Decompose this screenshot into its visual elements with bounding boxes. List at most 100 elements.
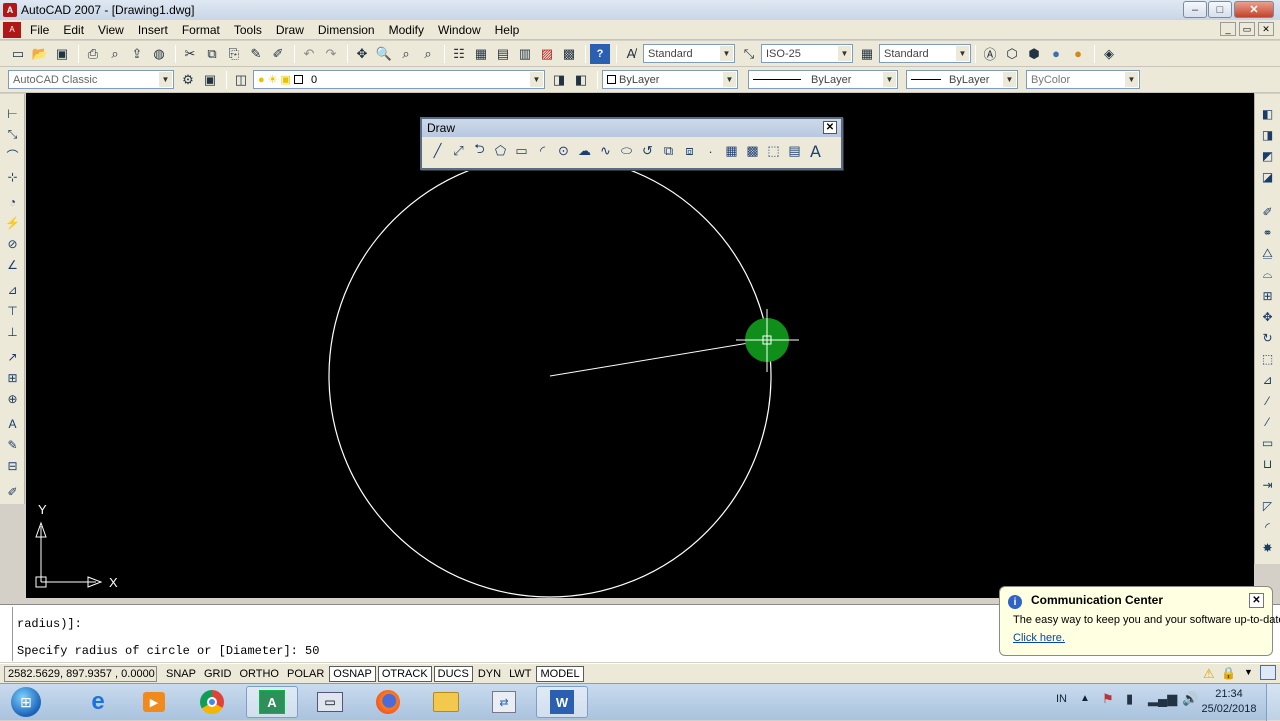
input-language-indicator[interactable]: IN bbox=[1056, 693, 1067, 705]
markup-icon[interactable]: ▨ bbox=[537, 44, 557, 64]
lineweight-select[interactable]: ByLayer ▼ bbox=[906, 70, 1018, 89]
zoom-previous-icon[interactable]: ⌕ bbox=[418, 44, 438, 64]
chevron-down-icon[interactable]: ▼ bbox=[883, 72, 896, 87]
clean-screen-icon[interactable] bbox=[1260, 665, 1276, 680]
menu-dimension[interactable]: Dimension bbox=[311, 20, 382, 40]
chevron-down-icon[interactable]: ▼ bbox=[530, 72, 543, 87]
workspace-select[interactable]: AutoCAD Classic ▼ bbox=[8, 70, 174, 89]
center-mark-icon[interactable]: ⊕ bbox=[3, 389, 22, 408]
text-front-icon[interactable]: ◪ bbox=[1258, 167, 1277, 186]
aligned-dimension-icon[interactable]: ⤡ bbox=[3, 125, 22, 144]
dimension-edit-icon[interactable]: A bbox=[3, 414, 22, 433]
mirror-icon[interactable]: ⧋ bbox=[1258, 244, 1277, 263]
ordinate-dimension-icon[interactable]: ⊹ bbox=[3, 167, 22, 186]
show-desktop-button[interactable] bbox=[1266, 684, 1280, 721]
revision-cloud-icon[interactable]: ☁ bbox=[574, 140, 595, 162]
plotstyle-select[interactable]: ByColor ▼ bbox=[1026, 70, 1140, 89]
layer-select[interactable]: ● ☀ ▣ 0 ▼ bbox=[253, 70, 545, 89]
materials-icon[interactable]: ● bbox=[1068, 44, 1088, 64]
doc-close-button[interactable]: ✕ bbox=[1258, 22, 1274, 36]
menu-help[interactable]: Help bbox=[488, 20, 527, 40]
polyline-icon[interactable]: ⮌ bbox=[469, 140, 490, 162]
spline-icon[interactable]: ∿ bbox=[595, 140, 616, 162]
doc-minimize-button[interactable]: _ bbox=[1220, 22, 1236, 36]
extend-icon[interactable]: ⁄ bbox=[1258, 412, 1277, 431]
text-style-select[interactable]: Standard ▼ bbox=[643, 44, 735, 63]
menu-format[interactable]: Format bbox=[175, 20, 227, 40]
osnap-toggle[interactable]: OSNAP bbox=[329, 665, 376, 682]
3d-view-icon[interactable]: ⬢ bbox=[1024, 44, 1044, 64]
taskbar-word[interactable]: W bbox=[536, 686, 588, 718]
plot-icon[interactable]: ⎙ bbox=[83, 44, 103, 64]
offset-icon[interactable]: ⌓ bbox=[1258, 265, 1277, 284]
table-style-icon[interactable]: ▦ bbox=[857, 44, 877, 64]
scale-icon[interactable]: ⬚ bbox=[1258, 349, 1277, 368]
arc-icon[interactable]: ◜ bbox=[532, 140, 553, 162]
dimension-text-edit-icon[interactable]: ✎ bbox=[3, 435, 22, 454]
chevron-down-icon[interactable]: ▼ bbox=[1003, 72, 1016, 87]
minimize-button[interactable]: – bbox=[1183, 1, 1207, 18]
workspace-save-icon[interactable]: ▣ bbox=[200, 70, 220, 90]
fillet-icon[interactable]: ◜ bbox=[1258, 517, 1277, 536]
render-sphere-icon[interactable]: ● bbox=[1046, 44, 1066, 64]
light-bulb-icon[interactable]: ● bbox=[258, 74, 265, 86]
sun-icon[interactable]: ☀ bbox=[268, 73, 278, 86]
move-icon[interactable]: ✥ bbox=[1258, 307, 1277, 326]
join-icon[interactable]: ⇥ bbox=[1258, 475, 1277, 494]
match-properties-icon[interactable]: ✎ bbox=[246, 44, 266, 64]
hatch-icon[interactable]: ▦ bbox=[721, 140, 742, 162]
visual-styles-icon[interactable]: ◈ bbox=[1099, 44, 1119, 64]
maximize-button[interactable]: □ bbox=[1208, 1, 1232, 18]
3d-box-icon[interactable]: ⬡ bbox=[1002, 44, 1022, 64]
autocad-app-icon[interactable]: A bbox=[3, 3, 17, 17]
3d-dwf-icon[interactable]: ◍ bbox=[149, 44, 169, 64]
pan-icon[interactable]: ✥ bbox=[352, 44, 372, 64]
multiline-text-icon[interactable]: Ⓐ bbox=[980, 44, 1000, 64]
color-select[interactable]: ByLayer ▼ bbox=[602, 70, 738, 89]
array-icon[interactable]: ⊞ bbox=[1258, 286, 1277, 305]
draw-toolbar-close-button[interactable]: ✕ bbox=[823, 121, 837, 134]
open-icon[interactable]: 📂 bbox=[30, 44, 50, 64]
polar-toggle[interactable]: POLAR bbox=[284, 666, 327, 682]
layer-previous-icon[interactable]: ◧ bbox=[571, 70, 591, 90]
taskbar-remote-desktop[interactable]: ▭ bbox=[304, 686, 356, 718]
taskbar-internet-explorer[interactable]: e bbox=[72, 686, 124, 718]
action-center-icon[interactable]: ⚑ bbox=[1102, 691, 1114, 707]
draworder-icon[interactable]: ◧ bbox=[1258, 104, 1277, 123]
tolerance-icon[interactable]: ⊞ bbox=[3, 368, 22, 387]
help-icon[interactable]: ? bbox=[590, 43, 610, 64]
menu-tools[interactable]: Tools bbox=[227, 20, 269, 40]
send-back-icon[interactable]: ◩ bbox=[1258, 146, 1277, 165]
draw-toolbar[interactable]: Draw ✕ ╱ ⤢ ⮌ ⬠ ▭ ◜ ⊙ ☁ ∿ ⬭ ↺ ⧉ ⧈ · ▦ ▩ ⬚… bbox=[420, 117, 843, 170]
radius-dimension-icon[interactable]: ◔ bbox=[3, 192, 22, 211]
properties-icon[interactable]: ☷ bbox=[449, 44, 469, 64]
ducs-toggle[interactable]: DUCS bbox=[433, 665, 473, 682]
explode-icon[interactable]: ✸ bbox=[1258, 538, 1277, 557]
insert-block-icon[interactable]: ⧉ bbox=[658, 140, 679, 162]
chevron-down-icon[interactable]: ▼ bbox=[720, 46, 733, 61]
bring-forward-icon[interactable]: ◨ bbox=[1258, 125, 1277, 144]
ellipse-icon[interactable]: ⬭ bbox=[616, 140, 637, 162]
ortho-toggle[interactable]: ORTHO bbox=[236, 666, 282, 682]
taskbar-file-explorer[interactable] bbox=[420, 686, 472, 718]
continue-dimension-icon[interactable]: ⊥ bbox=[3, 322, 22, 341]
text-style-icon[interactable]: A̸ bbox=[621, 44, 641, 64]
click-here-link[interactable]: Click here. bbox=[1013, 632, 1065, 644]
snap-toggle[interactable]: SNAP bbox=[163, 666, 199, 682]
doc-restore-button[interactable]: ▭ bbox=[1239, 22, 1255, 36]
zoom-realtime-icon[interactable]: 🔍 bbox=[374, 44, 394, 64]
multiline-text-tool-icon[interactable]: A bbox=[805, 140, 826, 162]
stretch-icon[interactable]: ⊿ bbox=[1258, 370, 1277, 389]
network-signal-icon[interactable]: ▂▄▆ bbox=[1148, 691, 1177, 707]
draw-toolbar-title[interactable]: Draw bbox=[422, 119, 841, 137]
trim-icon[interactable]: ⁄ bbox=[1258, 391, 1277, 410]
taskbar-firefox[interactable] bbox=[362, 686, 414, 718]
zoom-window-icon[interactable]: ⌕ bbox=[396, 44, 416, 64]
rotate-icon[interactable]: ↻ bbox=[1258, 328, 1277, 347]
start-button[interactable]: ⊞ bbox=[0, 686, 52, 718]
region-icon[interactable]: ⬚ bbox=[763, 140, 784, 162]
new-icon[interactable]: ▭ bbox=[8, 44, 28, 64]
chevron-down-icon[interactable]: ▼ bbox=[1125, 72, 1138, 87]
taskbar-autocad[interactable]: A bbox=[246, 686, 298, 718]
make-object-layer-current-icon[interactable]: ◨ bbox=[549, 70, 569, 90]
